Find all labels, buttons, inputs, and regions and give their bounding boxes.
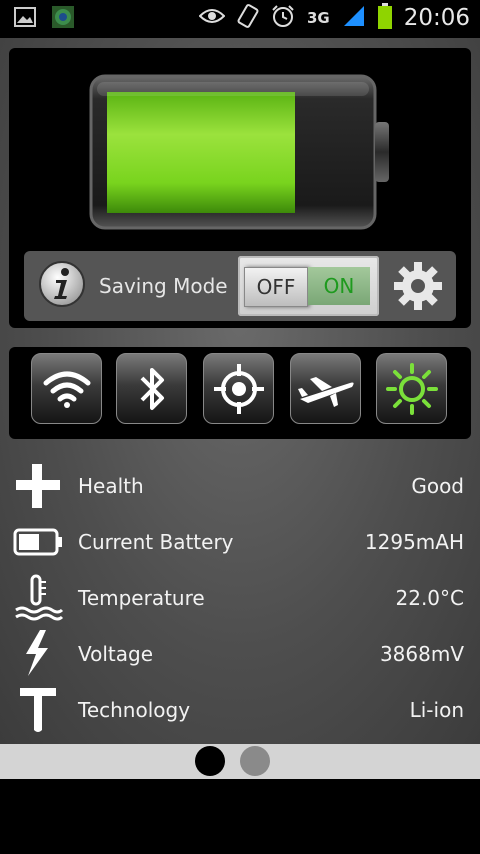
voltage-label: Voltage xyxy=(78,642,154,666)
info-button[interactable] xyxy=(38,260,86,312)
info-row-current-battery: Current Battery 1295mAH xyxy=(0,516,480,572)
signal-icon xyxy=(342,4,366,32)
wifi-icon xyxy=(43,371,90,408)
info-row-health: Health Good xyxy=(0,460,480,516)
battery-panel: Saving Mode OFF ON xyxy=(9,48,471,328)
toggle-on-label: ON xyxy=(308,267,370,305)
technology-icon xyxy=(12,684,64,736)
battery-icon xyxy=(377,3,392,33)
clock: 20:06 xyxy=(403,5,470,31)
info-row-technology: Technology Li-ion xyxy=(0,684,480,740)
gallery-icon xyxy=(14,7,36,31)
technology-value: Li-ion xyxy=(409,698,464,722)
page-dot-1[interactable] xyxy=(195,746,225,776)
technology-label: Technology xyxy=(78,698,191,722)
settings-button[interactable] xyxy=(392,260,444,316)
toggle-off-label: OFF xyxy=(244,267,308,307)
quick-toggle-panel xyxy=(9,347,471,439)
bottom-spacer xyxy=(0,779,480,854)
temperature-icon xyxy=(12,572,64,624)
health-label: Health xyxy=(78,474,144,498)
airplane-icon xyxy=(297,376,354,407)
battery-level-icon xyxy=(12,516,64,568)
voltage-icon xyxy=(12,628,64,680)
rotate-icon xyxy=(237,3,259,33)
current-battery-value: 1295mAH xyxy=(364,530,464,554)
battery-charge-fill xyxy=(107,92,295,213)
network-type: 3G xyxy=(306,9,330,27)
gps-toggle-button[interactable] xyxy=(203,353,274,424)
voltage-value: 3868mV xyxy=(379,642,464,666)
saving-mode-toggle[interactable]: OFF ON xyxy=(238,256,379,316)
saving-mode-bar: Saving Mode OFF ON xyxy=(24,251,456,321)
temperature-label: Temperature xyxy=(78,586,205,610)
page-indicator xyxy=(0,744,480,779)
page-dot-2[interactable] xyxy=(240,746,270,776)
status-bar: 3G 20:06 xyxy=(0,0,480,38)
battery-graphic xyxy=(89,74,389,242)
main-content: Saving Mode OFF ON Health Good Current B… xyxy=(0,38,480,744)
bluetooth-icon xyxy=(140,367,164,410)
brightness-toggle-button[interactable] xyxy=(376,353,447,424)
wifi-toggle-button[interactable] xyxy=(31,353,102,424)
info-row-temperature: Temperature 22.0°C xyxy=(0,572,480,628)
app-icon xyxy=(52,6,74,32)
health-icon xyxy=(12,460,64,512)
eye-icon xyxy=(198,8,226,28)
gps-icon xyxy=(213,363,264,414)
airplane-toggle-button[interactable] xyxy=(290,353,361,424)
temperature-value: 22.0°C xyxy=(395,586,465,610)
current-battery-label: Current Battery xyxy=(78,530,234,554)
info-icon xyxy=(39,261,85,307)
saving-mode-label: Saving Mode xyxy=(99,274,228,298)
alarm-icon xyxy=(271,4,295,32)
bluetooth-toggle-button[interactable] xyxy=(116,353,187,424)
health-value: Good xyxy=(411,474,464,498)
brightness-icon xyxy=(385,362,438,415)
info-row-voltage: Voltage 3868mV xyxy=(0,628,480,684)
gear-icon xyxy=(394,262,442,310)
